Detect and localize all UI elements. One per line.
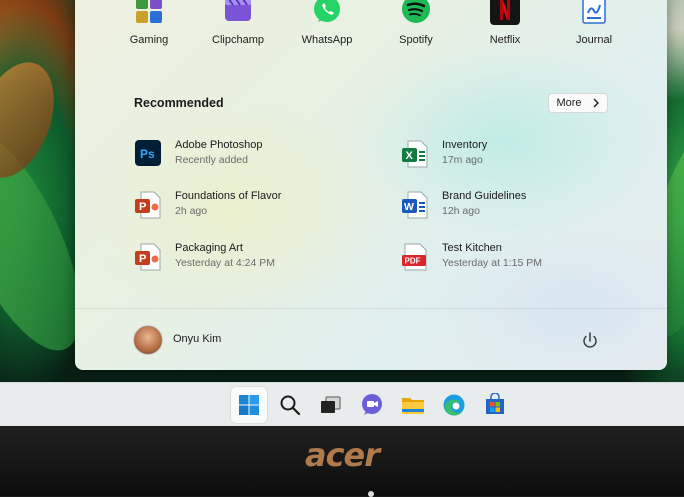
item-name: Inventory — [442, 139, 488, 151]
pinned-app-whatsapp[interactable]: WhatsApp — [285, 0, 369, 46]
recommended-item[interactable]: X Inventory 17m ago — [402, 138, 642, 174]
pdf-icon: PDF — [402, 243, 428, 271]
user-name: Onyu Kim — [173, 333, 222, 345]
svg-text:W: W — [404, 201, 414, 213]
recommended-item[interactable]: Ps Adobe Photoshop Recently added — [135, 138, 375, 174]
photoshop-icon: Ps — [135, 140, 161, 168]
item-name: Foundations of Flavor — [175, 190, 282, 202]
app-label: Clipchamp — [212, 34, 264, 46]
svg-text:P: P — [139, 253, 146, 265]
item-time: 12h ago — [442, 205, 480, 217]
journal-icon — [578, 0, 610, 26]
search-icon — [280, 395, 301, 416]
svg-text:PDF: PDF — [405, 257, 421, 266]
app-label: Journal — [575, 34, 613, 46]
powerpoint-icon: P — [135, 191, 161, 219]
svg-text:Ps: Ps — [140, 147, 155, 161]
file-explorer-button[interactable] — [395, 387, 431, 423]
svg-text:X: X — [406, 150, 414, 162]
svg-text:acer: acer — [305, 438, 382, 472]
item-time: Recently added — [175, 154, 248, 166]
store-button[interactable] — [477, 387, 513, 423]
avatar — [133, 325, 163, 355]
start-button[interactable] — [231, 387, 267, 423]
item-name: Packaging Art — [175, 242, 243, 254]
excel-icon: X — [402, 140, 428, 168]
spotify-icon — [400, 0, 432, 26]
pinned-app-journal[interactable]: Journal — [552, 0, 636, 46]
start-icon — [239, 395, 259, 415]
pinned-app-netflix[interactable]: Netflix — [463, 0, 547, 46]
more-button[interactable]: More — [548, 93, 608, 113]
power-button[interactable] — [579, 330, 601, 352]
item-name: Test Kitchen — [442, 242, 502, 254]
pinned-app-gaming[interactable]: Gaming — [107, 0, 191, 46]
app-label: Spotify — [399, 34, 433, 46]
webcam-indicator — [368, 491, 374, 497]
acer-logo: acer — [0, 436, 684, 477]
word-icon: W — [402, 191, 428, 219]
task-view-button[interactable] — [313, 387, 349, 423]
teams-chat-icon — [362, 394, 382, 415]
chevron-right-icon — [593, 98, 599, 108]
pinned-app-spotify[interactable]: Spotify — [374, 0, 458, 46]
app-label: Gaming — [129, 34, 169, 46]
taskbar — [0, 382, 684, 427]
powerpoint-icon: P — [135, 243, 161, 271]
app-label: WhatsApp — [301, 34, 353, 46]
pinned-apps: Gaming Clipchamp WhatsApp Spotify Netfli… — [75, 0, 667, 50]
recommended-item[interactable]: P Foundations of Flavor 2h ago — [135, 189, 375, 225]
pinned-app-clipchamp[interactable]: Clipchamp — [196, 0, 280, 46]
item-time: Yesterday at 4:24 PM — [175, 257, 276, 269]
file-explorer-icon — [402, 398, 424, 414]
store-icon — [486, 393, 504, 414]
edge-button[interactable] — [436, 387, 472, 423]
svg-text:P: P — [139, 201, 146, 213]
item-name: Adobe Photoshop — [175, 139, 263, 151]
netflix-icon — [489, 0, 521, 26]
item-time: 17m ago — [442, 154, 483, 166]
power-icon — [583, 332, 597, 348]
recommended-item[interactable]: PDF Test Kitchen Yesterday at 1:15 PM — [402, 241, 642, 277]
clipchamp-icon — [222, 0, 254, 26]
item-time: 2h ago — [175, 205, 208, 217]
app-label: Netflix — [489, 34, 521, 46]
recommended-item[interactable]: P Packaging Art Yesterday at 4:24 PM — [135, 241, 375, 277]
item-time: Yesterday at 1:15 PM — [442, 257, 543, 269]
recommended-heading: Recommended — [134, 96, 224, 110]
gaming-icon — [133, 0, 165, 26]
chat-button[interactable] — [354, 387, 390, 423]
task-view-icon — [321, 396, 341, 413]
whatsapp-icon — [311, 0, 343, 26]
footer-divider — [75, 308, 667, 309]
recommended-item[interactable]: W Brand Guidelines 12h ago — [402, 189, 642, 225]
item-name: Brand Guidelines — [442, 190, 527, 202]
search-button[interactable] — [272, 387, 308, 423]
start-menu: Gaming Clipchamp WhatsApp Spotify Netfli… — [75, 0, 667, 370]
more-label: More — [556, 97, 582, 109]
user-account-button[interactable]: Onyu Kim — [133, 325, 273, 355]
edge-icon — [443, 394, 465, 416]
